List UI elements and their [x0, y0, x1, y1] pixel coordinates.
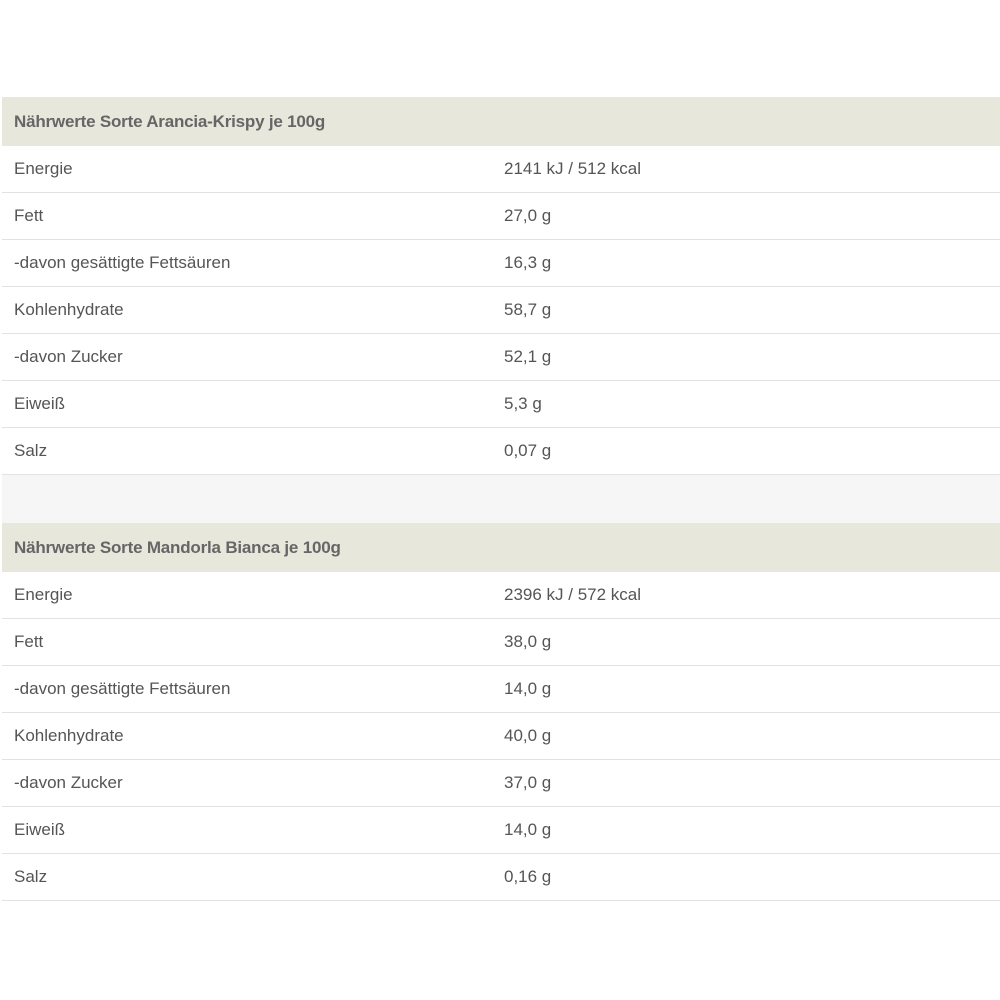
- nutrient-label: Salz: [2, 853, 492, 901]
- nutrient-value: 2141 kJ / 512 kcal: [492, 146, 1000, 193]
- table-row: Energie 2141 kJ / 512 kcal: [2, 146, 1000, 193]
- table-row: Fett 27,0 g: [2, 192, 1000, 240]
- table-row: Salz 0,16 g: [2, 853, 1000, 901]
- nutrient-label: Salz: [2, 427, 492, 475]
- section-spacer: [2, 474, 1000, 523]
- page: Nährwerte Sorte Arancia-Krispy je 100g E…: [0, 0, 1000, 1000]
- section-title: Nährwerte Sorte Arancia-Krispy je 100g: [2, 97, 1000, 146]
- nutrient-value: 52,1 g: [492, 333, 1000, 381]
- nutrient-value: 5,3 g: [492, 380, 1000, 428]
- nutrient-value: 0,16 g: [492, 853, 1000, 901]
- table-row: Kohlenhydrate 58,7 g: [2, 286, 1000, 334]
- nutrient-value: 40,0 g: [492, 712, 1000, 760]
- nutrient-label: -davon Zucker: [2, 333, 492, 381]
- table-row: -davon gesättigte Fettsäuren 16,3 g: [2, 239, 1000, 287]
- nutrient-label: Fett: [2, 192, 492, 240]
- table-row: Fett 38,0 g: [2, 618, 1000, 666]
- table-row: Kohlenhydrate 40,0 g: [2, 712, 1000, 760]
- nutrient-label: Kohlenhydrate: [2, 712, 492, 760]
- nutrition-table: Nährwerte Sorte Arancia-Krispy je 100g E…: [2, 97, 1000, 901]
- section-header-arancia-krispy: Nährwerte Sorte Arancia-Krispy je 100g: [2, 97, 1000, 146]
- nutrient-value: 38,0 g: [492, 618, 1000, 666]
- nutrient-label: -davon Zucker: [2, 759, 492, 807]
- table-row: -davon Zucker 52,1 g: [2, 333, 1000, 381]
- nutrient-label: -davon gesättigte Fettsäuren: [2, 665, 492, 713]
- table-row: Eiweiß 5,3 g: [2, 380, 1000, 428]
- nutrient-label: -davon gesättigte Fettsäuren: [2, 239, 492, 287]
- section-header-mandorla-bianca: Nährwerte Sorte Mandorla Bianca je 100g: [2, 523, 1000, 572]
- nutrient-label: Energie: [2, 146, 492, 193]
- nutrient-label: Fett: [2, 618, 492, 666]
- nutrient-label: Eiweiß: [2, 380, 492, 428]
- nutrient-value: 14,0 g: [492, 665, 1000, 713]
- table-row: -davon gesättigte Fettsäuren 14,0 g: [2, 665, 1000, 713]
- nutrient-value: 16,3 g: [492, 239, 1000, 287]
- nutrient-label: Kohlenhydrate: [2, 286, 492, 334]
- nutrient-value: 2396 kJ / 572 kcal: [492, 572, 1000, 619]
- nutrient-value: 58,7 g: [492, 286, 1000, 334]
- nutrient-value: 0,07 g: [492, 427, 1000, 475]
- nutrient-label: Energie: [2, 572, 492, 619]
- nutrient-value: 27,0 g: [492, 192, 1000, 240]
- table-row: Eiweiß 14,0 g: [2, 806, 1000, 854]
- nutrient-value: 37,0 g: [492, 759, 1000, 807]
- nutrient-value: 14,0 g: [492, 806, 1000, 854]
- table-row: Energie 2396 kJ / 572 kcal: [2, 572, 1000, 619]
- table-row: -davon Zucker 37,0 g: [2, 759, 1000, 807]
- nutrient-label: Eiweiß: [2, 806, 492, 854]
- table-row: Salz 0,07 g: [2, 427, 1000, 475]
- section-title: Nährwerte Sorte Mandorla Bianca je 100g: [2, 523, 1000, 572]
